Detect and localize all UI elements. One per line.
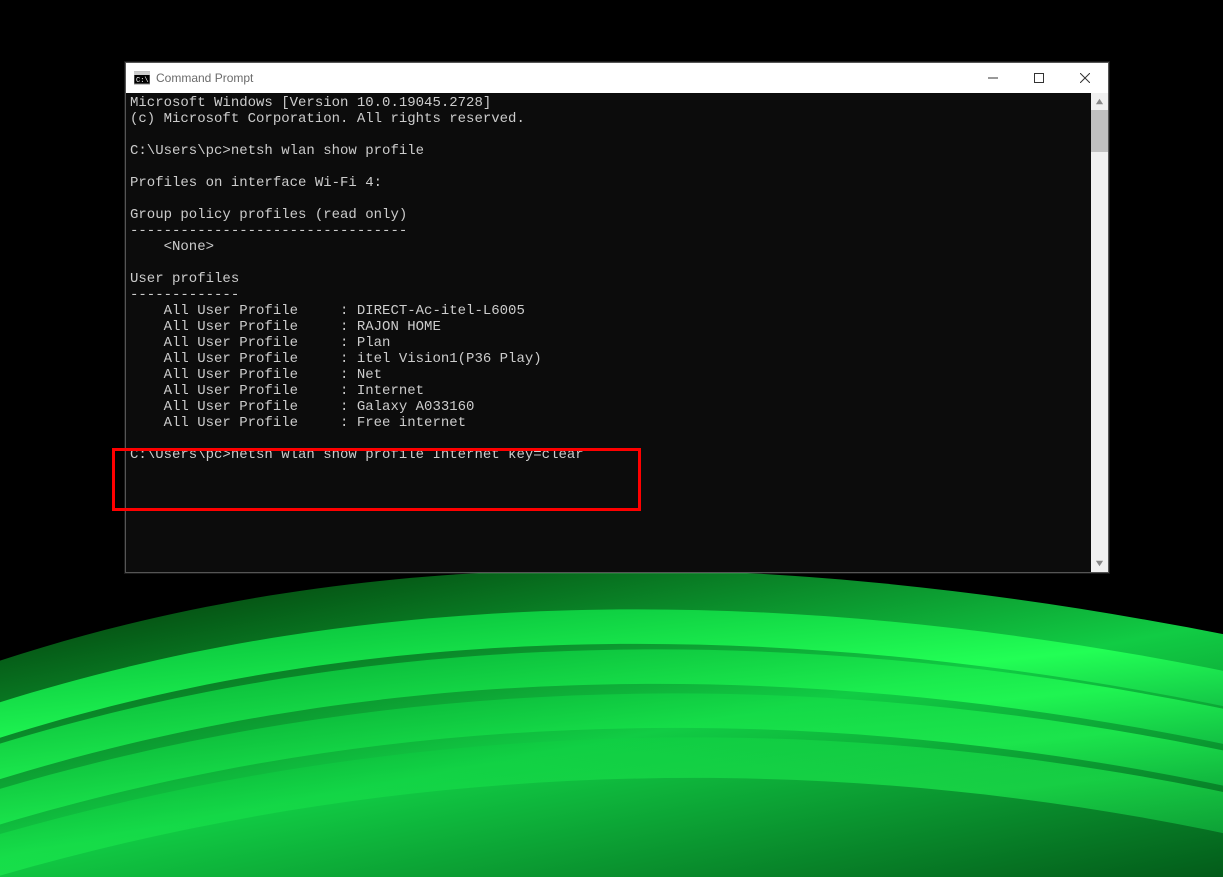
scrollbar-track[interactable]: [1091, 110, 1108, 555]
terminal-content[interactable]: Microsoft Windows [Version 10.0.19045.27…: [126, 93, 1091, 572]
command-prompt-window: C:\ Command Prompt Microsoft Windows [Ve…: [125, 62, 1109, 573]
maximize-button[interactable]: [1016, 63, 1062, 93]
close-button[interactable]: [1062, 63, 1108, 93]
minimize-button[interactable]: [970, 63, 1016, 93]
window-title: Command Prompt: [156, 71, 253, 85]
scrollbar-thumb[interactable]: [1091, 110, 1108, 152]
app-icon: C:\: [134, 70, 150, 86]
svg-text:C:\: C:\: [136, 77, 149, 85]
terminal-body[interactable]: Microsoft Windows [Version 10.0.19045.27…: [126, 93, 1108, 572]
scroll-up-arrow[interactable]: [1091, 93, 1108, 110]
scrollbar[interactable]: [1091, 93, 1108, 572]
titlebar[interactable]: C:\ Command Prompt: [126, 63, 1108, 93]
scroll-down-arrow[interactable]: [1091, 555, 1108, 572]
